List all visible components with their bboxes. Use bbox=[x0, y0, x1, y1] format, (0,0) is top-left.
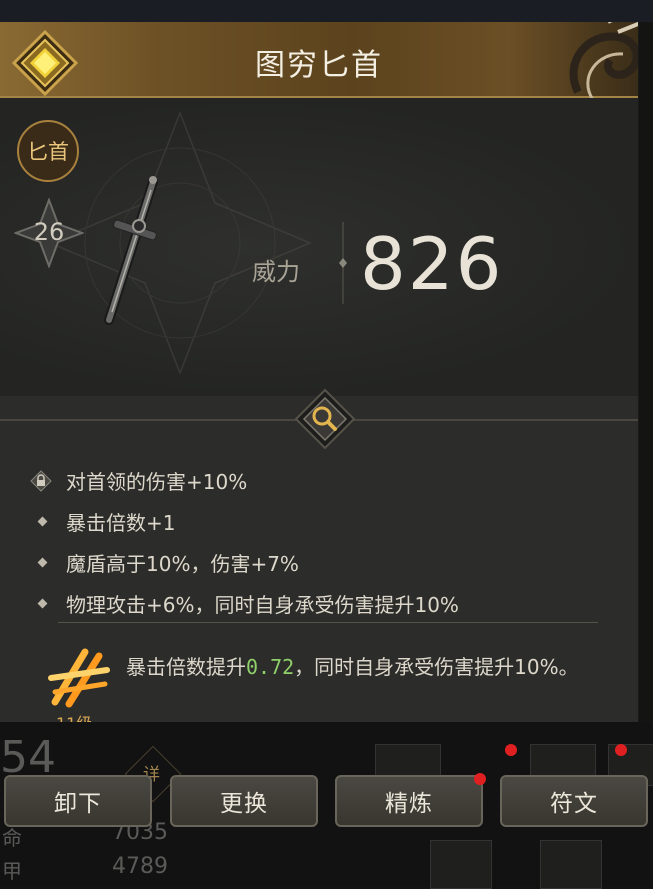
dagger-icon bbox=[104, 176, 158, 325]
bg-stat2-label: 甲 bbox=[2, 859, 22, 883]
lock-icon bbox=[30, 469, 52, 492]
replace-button[interactable]: 更换 bbox=[170, 775, 318, 827]
stat-text: 暴击倍数+1 bbox=[66, 511, 176, 535]
inspect-magnifier-button[interactable] bbox=[294, 388, 356, 450]
stats-divider bbox=[58, 622, 598, 623]
power-value: 826 bbox=[360, 222, 504, 306]
item-level: 26 bbox=[33, 218, 65, 246]
stat-text: 物理攻击+6%，同时自身承受伤害提升10% bbox=[66, 593, 459, 617]
refine-button[interactable]: 精炼 bbox=[335, 775, 483, 827]
notification-dot bbox=[615, 744, 627, 756]
ornament-swirl-icon bbox=[569, 22, 638, 101]
stat-row: 魔盾高于10%，伤害+7% bbox=[30, 542, 620, 583]
unequip-button[interactable]: 卸下 bbox=[4, 775, 152, 827]
bg-stat2-value: 4789 bbox=[112, 854, 168, 879]
panel-header: 图穷匕首 bbox=[0, 22, 638, 101]
stat-text: 魔盾高于10%，伤害+7% bbox=[66, 552, 299, 576]
item-name: 图穷匕首 bbox=[255, 48, 383, 83]
rune-button[interactable]: 符文 bbox=[500, 775, 648, 827]
diamond-bullet-icon bbox=[37, 516, 48, 527]
stat-row: 物理攻击+6%，同时自身承受伤害提升10% bbox=[30, 583, 620, 624]
skill-highlight-value: 0.72 bbox=[246, 655, 295, 679]
power-label: 威力 bbox=[252, 258, 300, 286]
stat-text: 对首领的伤害+10% bbox=[66, 470, 248, 494]
item-detail-panel: 图穷匕首 匕首 26 威力 826 对首领的伤害+10% 暴击倍数+1 魔盾高于… bbox=[0, 22, 639, 722]
equipment-slot[interactable] bbox=[540, 840, 602, 889]
item-stats-list: 对首领的伤害+10% 暴击倍数+1 魔盾高于10%，伤害+7% 物理攻击+6%，… bbox=[30, 460, 620, 624]
skill-description: 暴击倍数提升0.72，同时自身承受伤害提升10%。 bbox=[126, 655, 579, 679]
weapon-type-badge: 匕首 bbox=[17, 120, 79, 182]
stat-row: 对首领的伤害+10% bbox=[30, 460, 620, 501]
skill-slash-icon bbox=[48, 648, 110, 708]
power-separator bbox=[339, 222, 347, 304]
refine-notification-dot bbox=[474, 773, 486, 785]
diamond-bullet-icon bbox=[37, 598, 48, 609]
diamond-bullet-icon bbox=[37, 557, 48, 568]
skill-level: 11级 bbox=[56, 710, 92, 722]
stat-row: 暴击倍数+1 bbox=[30, 501, 620, 542]
notification-dot bbox=[505, 744, 517, 756]
equipment-slot[interactable] bbox=[430, 840, 492, 889]
background-top bbox=[0, 0, 653, 22]
